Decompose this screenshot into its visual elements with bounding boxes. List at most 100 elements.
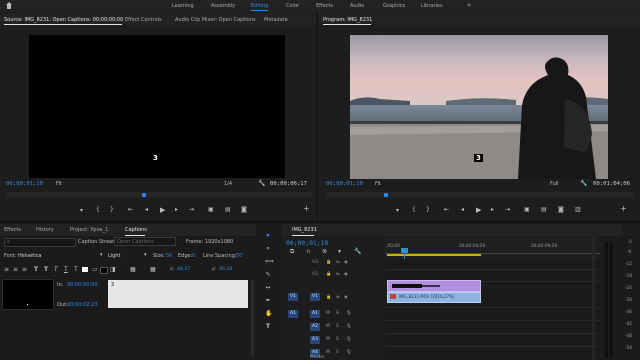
foreground-color-icon[interactable]: T — [74, 266, 78, 273]
tab-captions[interactable]: Captions — [125, 227, 147, 233]
track-label-a3[interactable]: A3 — [310, 336, 320, 344]
linked-selection-icon[interactable]: ⊗ — [322, 248, 327, 255]
insert-icon[interactable]: ▣ — [208, 207, 214, 213]
extract-icon[interactable]: ▤ — [541, 207, 547, 213]
microphone-icon[interactable]: 🎙 — [346, 337, 351, 342]
go-to-out-icon[interactable]: ⇥ — [505, 207, 510, 213]
tab-sequence[interactable]: IMG_8231 — [292, 227, 317, 233]
workspace-color[interactable]: Color — [286, 3, 299, 9]
microphone-icon[interactable]: 🎙 — [346, 324, 351, 329]
captions-scrollbar[interactable] — [251, 280, 254, 356]
text-color-swatch[interactable] — [82, 267, 88, 272]
wrench-icon[interactable]: 🔧 — [258, 180, 265, 187]
marker-icon[interactable]: ▾ — [396, 208, 399, 214]
program-timecode[interactable]: 00;00;01;10 — [326, 181, 363, 187]
wrench-icon[interactable]: 🔧 — [580, 180, 587, 187]
type-tool-icon[interactable]: T — [265, 324, 271, 330]
sync-lock-icon[interactable]: ⇆ — [336, 272, 340, 277]
track-label-a2[interactable]: A2 — [310, 323, 320, 331]
mute-button[interactable]: M — [326, 350, 330, 355]
timeline-timecode[interactable]: 00;00;01;10 — [286, 239, 328, 247]
microphone-icon[interactable]: 🎙 — [346, 350, 351, 355]
comparison-view-icon[interactable]: ▥ — [575, 207, 581, 213]
add-marker-icon[interactable]: ▾ — [338, 248, 341, 255]
tab-project[interactable]: Project: Урок_1 — [70, 227, 108, 233]
program-fit-select[interactable]: Fit — [375, 181, 381, 187]
track-label-a1[interactable]: A1 — [310, 310, 320, 318]
tab-program[interactable]: Program: IMG_8231 — [323, 17, 372, 23]
tab-history[interactable]: History — [36, 227, 54, 233]
tab-metadata[interactable]: Metadata — [264, 17, 288, 23]
workspace-assembly[interactable]: Assembly — [211, 3, 235, 9]
video-clip[interactable]: IMG_8231.MOV [V] [16,27%] — [387, 292, 481, 303]
marker-icon[interactable]: ▾ — [80, 208, 83, 214]
align-grid-icon[interactable]: ▦ — [150, 266, 156, 273]
microphone-icon[interactable]: 🎙 — [346, 311, 351, 316]
eye-icon[interactable]: ◉ — [344, 272, 348, 277]
track-label-v3[interactable]: V3 — [310, 259, 320, 267]
eye-icon[interactable]: ◉ — [344, 260, 348, 265]
mark-out-icon[interactable]: } — [426, 207, 430, 213]
mark-out-icon[interactable]: } — [110, 207, 114, 213]
caption-clip[interactable] — [387, 280, 481, 292]
italic-icon[interactable]: T — [54, 266, 58, 273]
font-select[interactable]: Helvetica — [18, 253, 41, 259]
justify-right-icon[interactable]: ≡ — [22, 266, 27, 273]
program-quality-select[interactable]: Full — [550, 181, 559, 187]
workspace-libraries[interactable]: Libraries — [421, 3, 443, 9]
step-forward-icon[interactable]: ▸ — [491, 207, 494, 213]
position-grid-icon[interactable]: ▦ — [130, 266, 136, 273]
line-spacing-value[interactable]: 50 — [236, 253, 242, 259]
program-scrubber[interactable] — [326, 192, 634, 198]
ripple-edit-icon[interactable]: ⟺ — [265, 259, 274, 265]
workspace-learning[interactable]: Learning — [172, 3, 194, 9]
overwrite-icon[interactable]: ▤ — [225, 207, 231, 213]
search-input[interactable]: ⌕ — [4, 238, 76, 247]
source-playhead[interactable] — [142, 193, 146, 197]
workspace-audio[interactable]: Audio — [350, 3, 364, 9]
solo-button[interactable]: S — [336, 311, 339, 316]
export-frame-icon[interactable]: ◙ — [558, 207, 564, 213]
justify-left-icon[interactable]: ≡ — [4, 266, 9, 273]
selection-tool-icon[interactable]: ➤ — [265, 233, 271, 239]
solo-button[interactable]: S — [336, 324, 339, 329]
solo-button[interactable]: S — [336, 337, 339, 342]
caption-thumbnail[interactable] — [2, 279, 54, 310]
timeline-scrollbar[interactable] — [592, 236, 595, 360]
eye-icon[interactable]: ◉ — [344, 295, 348, 300]
source-patch-a1[interactable]: A1 — [288, 310, 298, 318]
mark-in-icon[interactable]: { — [412, 207, 416, 213]
playhead-handle[interactable] — [401, 248, 408, 253]
tab-effect-controls[interactable]: Effect Controls — [125, 17, 162, 23]
lift-icon[interactable]: ▣ — [524, 207, 530, 213]
play-icon[interactable]: ▶ — [160, 207, 165, 214]
solo-button[interactable]: S — [336, 350, 339, 355]
lock-icon[interactable]: 🔒 — [326, 272, 331, 277]
source-scrubber[interactable] — [6, 192, 312, 198]
source-patch-v1[interactable]: V1 — [288, 293, 298, 301]
workspace-graphics[interactable]: Graphics — [383, 3, 405, 9]
underline-icon[interactable]: T — [64, 266, 68, 273]
chevron-down-icon[interactable]: ▾ — [100, 252, 103, 258]
text-size-icon[interactable]: T — [34, 266, 38, 273]
justify-center-icon[interactable]: ≡ — [13, 266, 18, 273]
mute-button[interactable]: M — [326, 311, 330, 316]
go-to-out-icon[interactable]: ⇥ — [189, 207, 194, 213]
step-back-icon[interactable]: ◂ — [145, 207, 148, 213]
x-coordinate[interactable]: 48,37 — [177, 267, 190, 272]
source-timecode[interactable]: 00;00;01;10 — [6, 181, 43, 187]
mute-button[interactable]: M — [326, 324, 330, 329]
track-label-v1[interactable]: V1 — [310, 293, 320, 301]
sync-lock-icon[interactable]: ⇆ — [336, 295, 340, 300]
mute-button[interactable]: M — [326, 337, 330, 342]
caption-stream-select[interactable]: Open Captions — [114, 237, 176, 246]
add-button-icon[interactable]: + — [303, 205, 310, 213]
razor-icon[interactable]: ✎ — [265, 272, 271, 278]
timeline-settings-icon[interactable]: 🔧 — [354, 248, 361, 255]
chevron-down-icon[interactable]: ▾ — [144, 252, 147, 258]
tab-effects[interactable]: Effects — [4, 227, 21, 233]
home-icon[interactable] — [6, 2, 12, 9]
tab-audio-clip-mixer[interactable]: Audio Clip Mixer: Open Captions — [175, 17, 256, 23]
workspaces-more-button[interactable]: » — [467, 1, 471, 9]
play-icon[interactable]: ▶ — [476, 207, 481, 214]
